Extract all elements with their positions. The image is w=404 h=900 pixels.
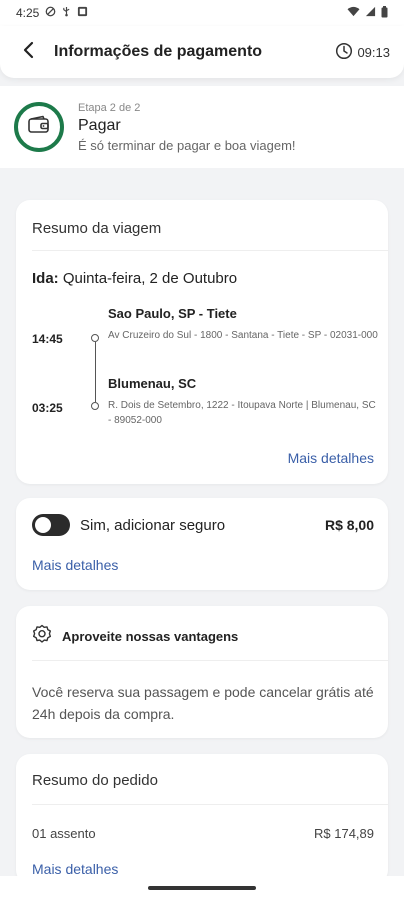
step-title: Pagar (78, 116, 121, 134)
step-text: Etapa 2 de 2 Pagar É só terminar de paga… (78, 102, 296, 153)
clock-icon (335, 42, 353, 63)
insurance-details-link[interactable]: Mais detalhes (32, 557, 118, 573)
step-label: Etapa 2 de 2 (78, 101, 141, 114)
insurance-price: R$ 8,00 (324, 517, 374, 533)
trip-details-link[interactable]: Mais detalhes (288, 450, 374, 466)
timer-value: 09:13 (357, 44, 390, 60)
countdown-timer: 09:13 (335, 42, 390, 63)
trip-date: Quinta-feira, 2 de Outubro (62, 270, 238, 287)
toggle-knob (35, 517, 51, 533)
departure-address: Av Cruzeiro do Sul - 1800 - Santana - Ti… (108, 330, 378, 341)
back-button[interactable] (14, 38, 42, 66)
status-bar: 4:25 (0, 0, 404, 26)
arrival-address: R. Dois de Setembro, 1222 - Itoupava Nor… (108, 400, 376, 426)
system-navigation-bar (0, 876, 404, 900)
advantages-title: Aproveite nossas vantagens (62, 629, 239, 644)
home-indicator[interactable] (148, 886, 256, 890)
image-notification-icon (77, 6, 88, 20)
order-details-link[interactable]: Mais detalhes (32, 861, 118, 877)
step-subtitle: É só terminar de pagar e boa viagem! (78, 137, 296, 153)
trip-summary-title: Resumo da viagem (32, 220, 162, 237)
app-bar: Informações de pagamento 09:13 (0, 26, 404, 78)
insurance-card: Sim, adicionar seguro R$ 8,00 Mais detal… (16, 498, 388, 590)
direction-label: Ida: (32, 270, 59, 287)
route-line (94, 342, 96, 402)
wifi-icon (347, 6, 360, 20)
order-summary-card: Resumo do pedido 01 assento R$ 174,89 Ma… (16, 754, 388, 884)
step-progress-ring (14, 102, 64, 152)
arrival-dot (91, 402, 99, 410)
departure-dot (91, 334, 99, 342)
divider (32, 660, 388, 661)
payment-step-section: Etapa 2 de 2 Pagar É só terminar de paga… (0, 86, 404, 168)
status-time: 4:25 (16, 6, 40, 20)
wallet-icon (27, 115, 51, 140)
departure-city: Sao Paulo, SP - Tiete (108, 306, 237, 321)
advantages-card: Aproveite nossas vantagens Você reserva … (16, 606, 388, 738)
order-quantity: 01 assento (32, 826, 96, 841)
insurance-toggle[interactable] (32, 514, 70, 536)
page-title: Informações de pagamento (54, 43, 263, 60)
badge-settings-icon (32, 624, 52, 649)
arrival-time: 03:25 (32, 401, 63, 415)
back-arrow-icon (22, 41, 34, 64)
usb-icon (62, 6, 71, 20)
signal-icon (365, 6, 376, 20)
insurance-label: Sim, adicionar seguro (80, 517, 226, 534)
arrival-city: Blumenau, SC (108, 376, 197, 391)
divider (32, 804, 388, 805)
do-not-disturb-icon (45, 6, 56, 20)
trip-direction-date: Ida: Quinta-feira, 2 de Outubro (32, 270, 237, 287)
departure-time: 14:45 (32, 332, 63, 346)
trip-summary-card: Resumo da viagem Ida: Quinta-feira, 2 de… (16, 200, 388, 484)
order-summary-title: Resumo do pedido (32, 772, 158, 789)
advantages-header: Aproveite nossas vantagens (32, 624, 238, 649)
order-price: R$ 174,89 (314, 826, 374, 841)
battery-icon (381, 5, 388, 21)
divider (32, 250, 388, 251)
advantages-text: Você reserva sua passagem e pode cancela… (32, 684, 374, 722)
